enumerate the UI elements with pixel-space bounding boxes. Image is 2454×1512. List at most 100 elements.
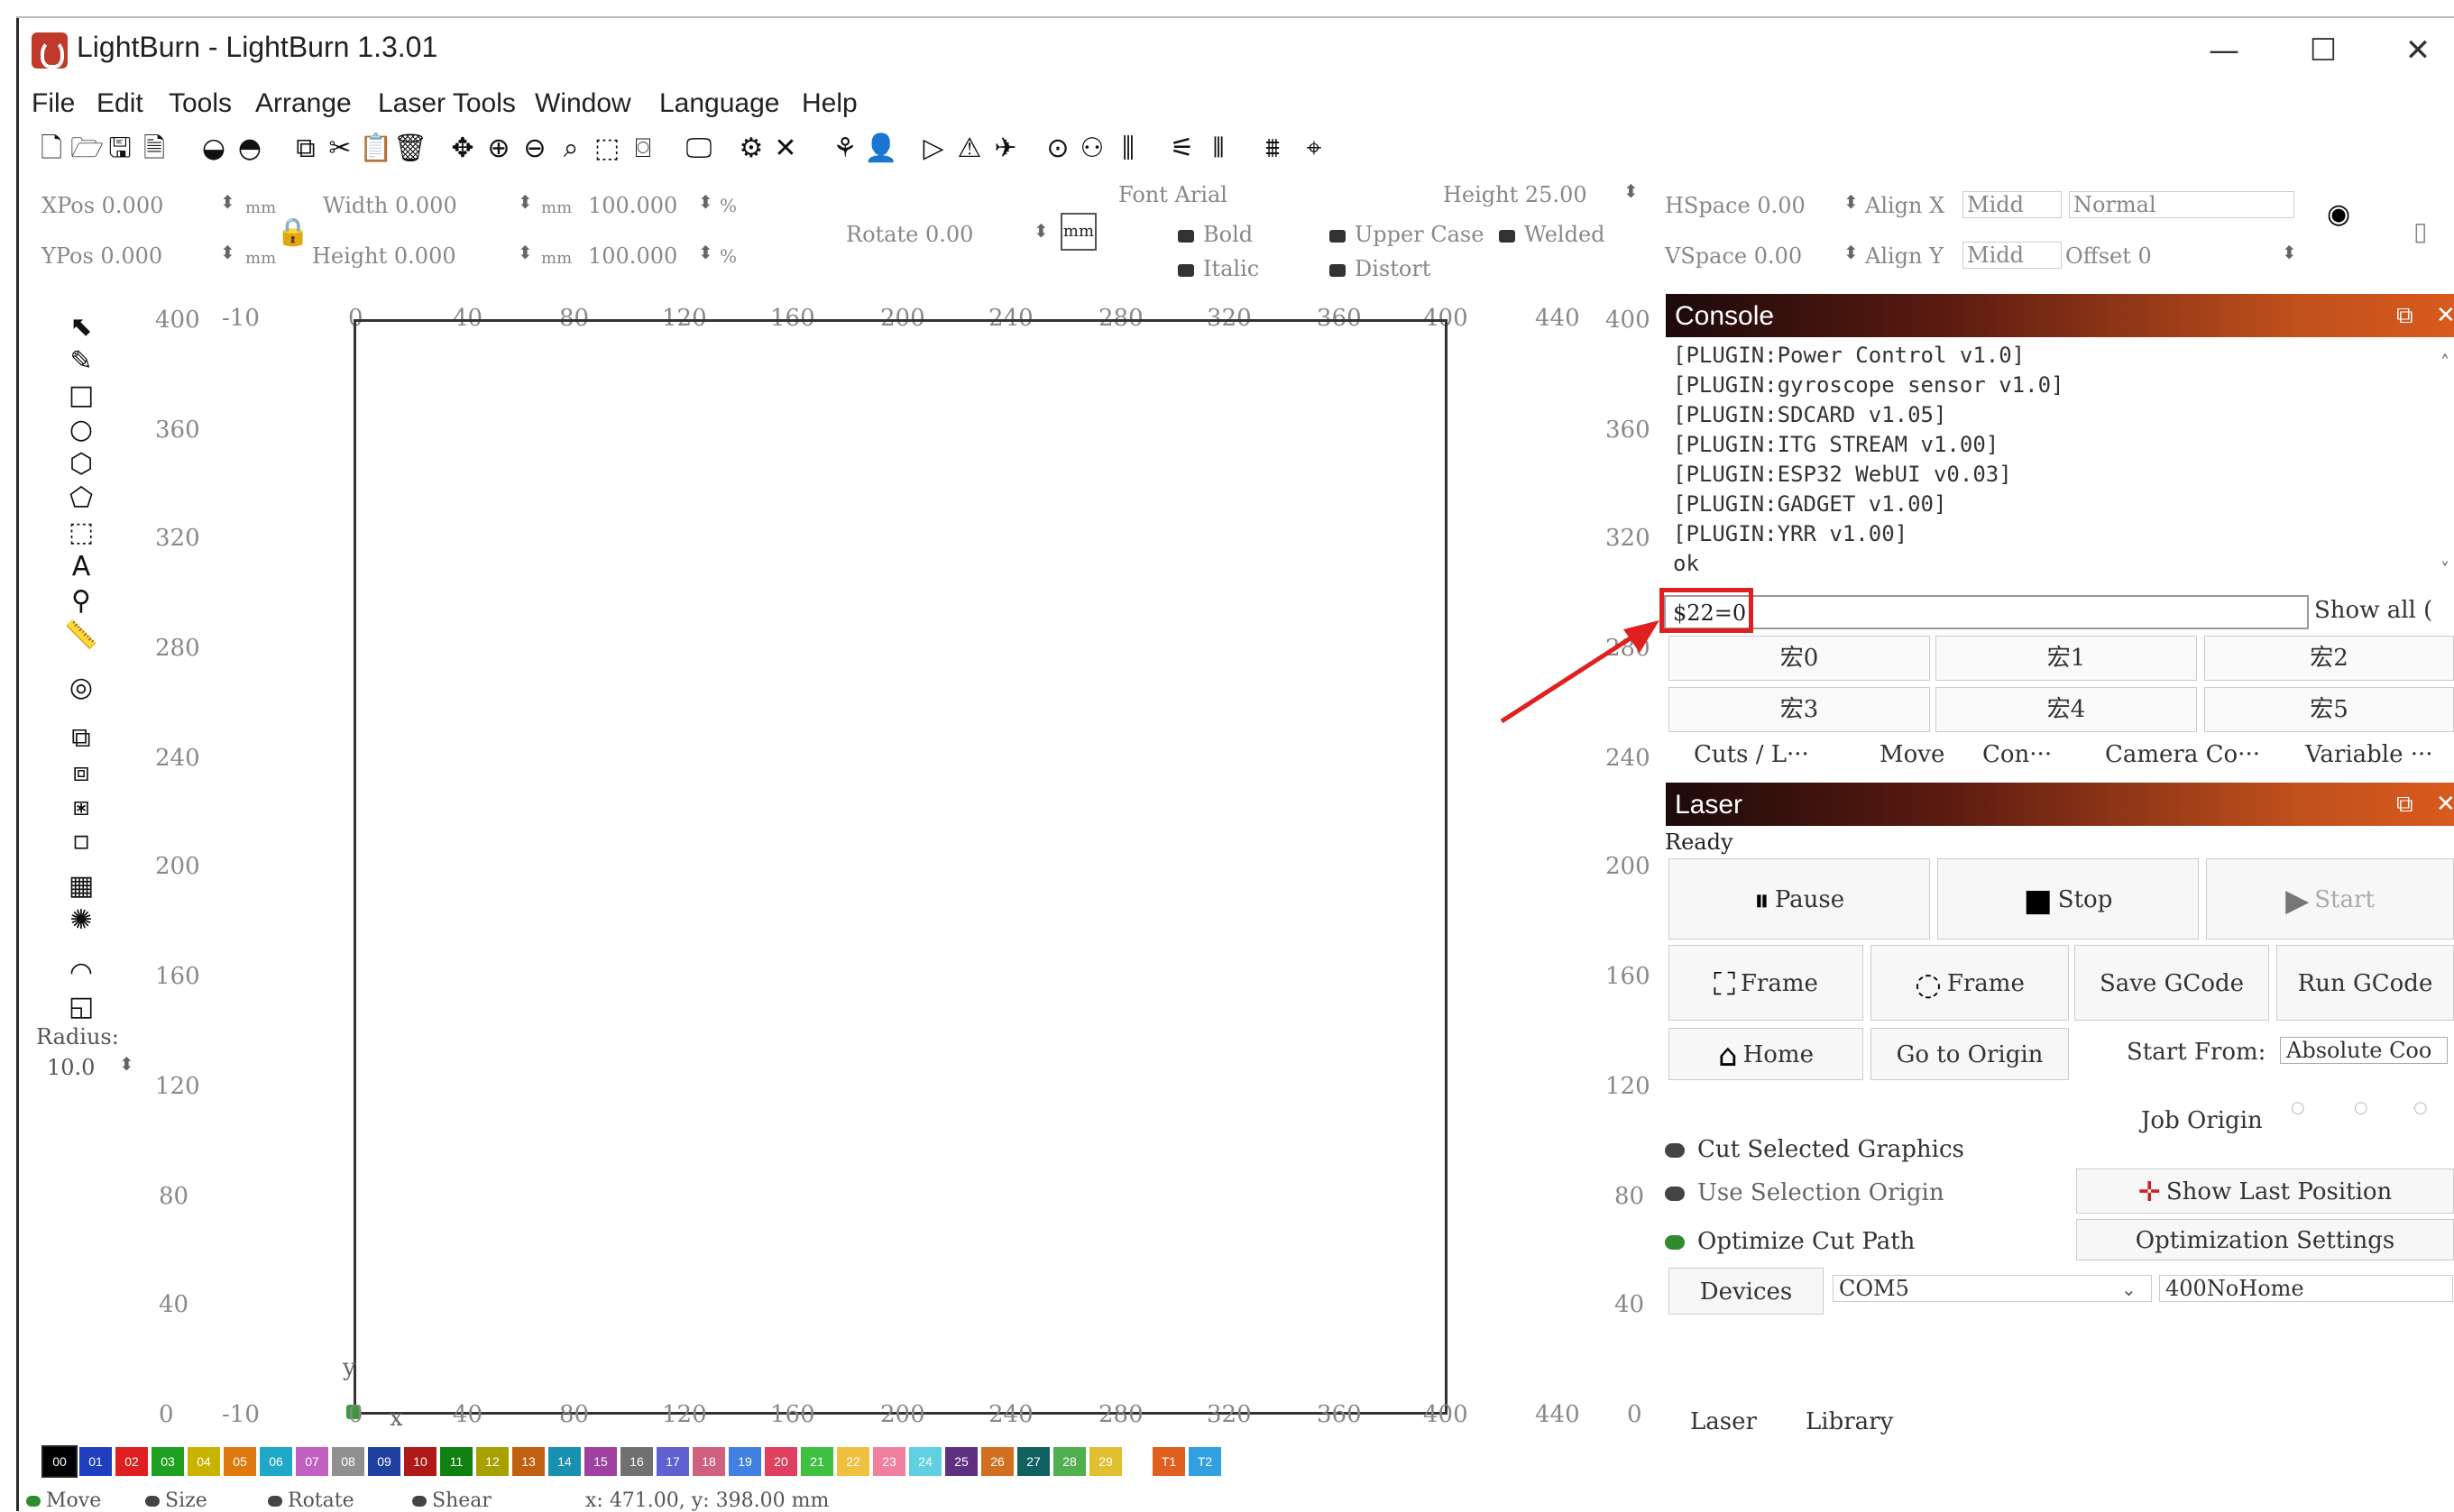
save-icon[interactable]: 🖫 [105, 133, 135, 164]
grid-array-icon[interactable]: ▦ [63, 870, 99, 903]
select-arrow-icon[interactable]: ⬉ [63, 311, 99, 344]
console-command-input[interactable]: $22=0 [1664, 595, 2309, 629]
vspace-spinner[interactable]: ⬍ [1843, 242, 1859, 263]
trace-icon[interactable]: ⚘ [830, 133, 860, 164]
palette-swatch[interactable]: 22 [837, 1447, 869, 1476]
edit-nodes-icon[interactable]: ⬠ [63, 482, 99, 515]
font-height-spinner[interactable]: ⬍ [1623, 180, 1639, 202]
frame-rect-button[interactable]: ⛶ Frame [1668, 945, 1863, 1021]
optimize-cut-path-checkbox[interactable] [1665, 1235, 1685, 1250]
tab-laser[interactable]: Laser [1690, 1408, 1757, 1435]
palette-swatch[interactable]: 09 [368, 1447, 400, 1476]
shear-mode-checkbox[interactable] [412, 1496, 427, 1507]
menu-arrange[interactable]: Arrange [255, 88, 352, 119]
align-icon[interactable]: ⫼ [1113, 133, 1144, 164]
palette-swatch[interactable]: 23 [873, 1447, 905, 1476]
devices-button[interactable]: Devices [1668, 1268, 1824, 1315]
start-button[interactable]: ▶ Start [2206, 858, 2454, 939]
scroll-up-icon[interactable]: ˄ [2440, 352, 2449, 373]
palette-swatch[interactable]: 19 [729, 1447, 761, 1476]
boolean-intersect-icon[interactable]: ⧆ [63, 791, 99, 823]
optimization-settings-button[interactable]: Optimization Settings [2076, 1219, 2454, 1260]
palette-swatch[interactable]: 28 [1053, 1447, 1086, 1476]
palette-swatch[interactable]: 29 [1089, 1447, 1122, 1476]
go-to-origin-button[interactable]: Go to Origin [1870, 1028, 2069, 1080]
palette-swatch[interactable]: 06 [260, 1447, 292, 1476]
spacing-icon[interactable]: ⫴ [1203, 133, 1234, 164]
radius-field[interactable]: 10.0 [47, 1055, 95, 1080]
show-all-button[interactable]: Show all ( [2314, 597, 2432, 624]
palette-swatch[interactable]: 11 [440, 1447, 473, 1476]
measure-icon[interactable]: 📏 [63, 619, 99, 652]
pen-icon[interactable]: ✎ [63, 345, 99, 378]
distribute-icon[interactable]: ⚟ [1167, 133, 1198, 164]
copy-icon[interactable]: ⧉ [290, 133, 321, 164]
macro-button-4[interactable]: 宏4 [1935, 687, 2197, 732]
run-gcode-button[interactable]: Run GCode [2276, 945, 2454, 1021]
close-icon[interactable]: ✕ [2436, 301, 2454, 329]
macro-button-0[interactable]: 宏0 [1668, 636, 1930, 681]
palette-swatch[interactable]: 20 [765, 1447, 797, 1476]
hspace-field[interactable]: HSpace 0.00 [1665, 193, 1806, 218]
corner-chamfer-icon[interactable]: ◱ [63, 991, 99, 1023]
palette-swatch[interactable]: T2 [1189, 1447, 1221, 1476]
circle-offset-icon[interactable]: ◎ [63, 672, 99, 704]
rotate-field[interactable]: Rotate 0.00 [846, 222, 973, 247]
palette-swatch[interactable]: 03 [152, 1447, 184, 1476]
job-origin-radio-top-center[interactable]: ○ [2354, 1098, 2368, 1117]
move-icon[interactable]: ✥ [447, 133, 478, 164]
radius-spinner[interactable]: ⬍ [119, 1053, 134, 1075]
eye-icon[interactable]: ◉ [2327, 198, 2350, 230]
menu-window[interactable]: Window [535, 88, 631, 119]
width-field[interactable]: Width 0.000 [323, 193, 457, 218]
welded-checkbox[interactable] [1499, 229, 1515, 243]
frame-circle-button[interactable]: ◌ Frame [1870, 945, 2069, 1021]
boolean-union-icon[interactable]: ⧉ [63, 722, 99, 755]
open-folder-icon[interactable]: 🗁 [70, 133, 104, 164]
palette-swatch[interactable]: 21 [801, 1447, 833, 1476]
palette-swatch[interactable]: 05 [224, 1447, 256, 1476]
settings-icon[interactable]: ⚙ [736, 133, 767, 164]
units-toggle-button[interactable]: mm [1061, 213, 1097, 251]
rectangle-icon[interactable]: □ [63, 380, 99, 412]
palette-swatch[interactable]: 17 [657, 1447, 689, 1476]
tab-variable-text[interactable]: Variable ··· [2305, 741, 2433, 768]
cut-selected-checkbox[interactable] [1665, 1143, 1685, 1158]
palette-swatch[interactable]: 13 [512, 1447, 545, 1476]
macro-button-3[interactable]: 宏3 [1668, 687, 1930, 732]
export-icon[interactable]: ◓ [234, 133, 265, 164]
scale-height-field[interactable]: 100.000 [588, 243, 677, 269]
panel-toggle-icon[interactable]: ▯ [2413, 216, 2427, 246]
palette-swatch[interactable]: 01 [79, 1447, 112, 1476]
hspace-spinner[interactable]: ⬍ [1843, 191, 1859, 213]
ypos-field[interactable]: YPos 0.000 [41, 243, 162, 269]
paste-icon[interactable]: 📋 [359, 133, 392, 164]
xpos-field[interactable]: XPos 0.000 [41, 193, 163, 218]
start-from-select[interactable]: Absolute Coo [2280, 1037, 2448, 1064]
macro-button-2[interactable]: 宏2 [2204, 636, 2454, 681]
palette-swatch[interactable]: 07 [296, 1447, 328, 1476]
palette-swatch[interactable]: 02 [115, 1447, 148, 1476]
scroll-down-icon[interactable]: ˅ [2440, 559, 2449, 581]
close-button[interactable]: ✕ [2386, 29, 2449, 72]
zoom-in-icon[interactable]: ⊕ [483, 133, 514, 164]
pause-button[interactable]: ⏸ Pause [1668, 858, 1930, 939]
save-as-icon[interactable]: 🗎 [139, 133, 170, 164]
height-spinner[interactable]: ⬍ [518, 242, 533, 263]
palette-swatch[interactable]: 12 [476, 1447, 509, 1476]
port-select[interactable]: COM5 [1833, 1275, 2152, 1302]
lock-ratio-icon[interactable]: 🔒 [276, 216, 309, 248]
tab-console[interactable]: Con··· [1982, 741, 2052, 768]
palette-swatch[interactable]: 25 [945, 1447, 978, 1476]
device-profile-select[interactable]: 400NoHome [2159, 1275, 2453, 1302]
job-origin-radio-top-left[interactable]: ○ [2291, 1098, 2305, 1117]
monitor-icon[interactable]: 🖵 [684, 133, 714, 164]
undock-icon[interactable]: ⧉ [2396, 790, 2413, 819]
dock-icon[interactable]: ✈ [990, 133, 1021, 164]
tab-move[interactable]: Move [1880, 741, 1944, 768]
palette-swatch[interactable]: 18 [693, 1447, 725, 1476]
move-mode-checkbox[interactable] [26, 1496, 41, 1507]
size-mode-checkbox[interactable] [145, 1496, 160, 1507]
offset-field[interactable]: Offset 0 [2065, 243, 2152, 269]
italic-checkbox[interactable] [1178, 263, 1194, 277]
